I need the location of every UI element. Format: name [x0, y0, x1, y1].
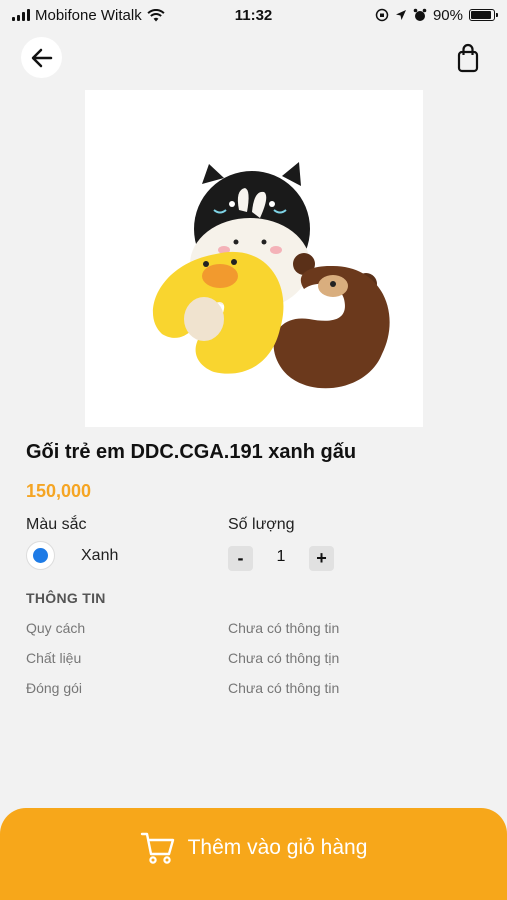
info-heading: THÔNG TIN	[26, 590, 106, 606]
product-title: Gối trẻ em DDC.CGA.191 xanh gấu	[26, 441, 357, 463]
info-label: Đóng gói	[26, 680, 83, 696]
carrier-name: Mobifone Witalk	[35, 6, 142, 24]
status-left: Mobifone Witalk	[12, 7, 165, 24]
quantity-increase-button[interactable]: +	[309, 546, 334, 571]
neck-pillows-photo	[152, 161, 390, 388]
info-value: Chưa có thông tin	[228, 680, 340, 696]
battery-icon	[469, 9, 498, 21]
shopping-cart-icon	[140, 832, 174, 864]
battery-percent: 90%	[432, 6, 463, 24]
quantity-label: Số lượng	[228, 516, 295, 533]
info-label: Chất liệu	[26, 650, 82, 666]
color-option-xanh[interactable]: Xanh	[26, 541, 118, 570]
radio-selected-dot	[33, 548, 48, 563]
back-button[interactable]	[21, 37, 62, 78]
info-row: Quy cách Chưa có thông tin	[26, 620, 486, 640]
info-label: Quy cách	[26, 620, 86, 636]
add-to-cart-label: Thêm vào giỏ hàng	[187, 836, 368, 859]
info-row: Chất liệu Chưa có thông tịn	[26, 650, 486, 670]
product-image	[85, 90, 423, 427]
product-price: 150,000	[26, 481, 92, 501]
wifi-icon	[147, 8, 165, 21]
status-bar: Mobifone Witalk 11:32 90%	[0, 0, 507, 30]
info-value: Chưa có thông tin	[228, 620, 340, 636]
battery-fill	[471, 11, 491, 19]
quantity-decrease-button[interactable]: -	[228, 546, 253, 571]
info-value: Chưa có thông tịn	[228, 650, 340, 666]
quantity-value: 1	[276, 548, 286, 565]
info-row: Đóng gói Chưa có thông tin	[26, 680, 486, 700]
arrow-left-icon	[31, 48, 52, 67]
location-icon	[395, 10, 406, 20]
status-right: 90%	[375, 6, 498, 24]
rotation-lock-icon	[375, 8, 389, 22]
alarm-icon	[413, 8, 427, 21]
shopping-bag-button[interactable]	[453, 40, 483, 76]
color-label: Màu sắc	[26, 516, 87, 533]
add-to-cart-button[interactable]: Thêm vào giỏ hàng	[0, 808, 507, 900]
shopping-bag-icon	[457, 43, 479, 73]
color-option-label: Xanh	[81, 546, 119, 564]
signal-icon	[12, 9, 30, 21]
color-radio[interactable]	[26, 541, 55, 570]
